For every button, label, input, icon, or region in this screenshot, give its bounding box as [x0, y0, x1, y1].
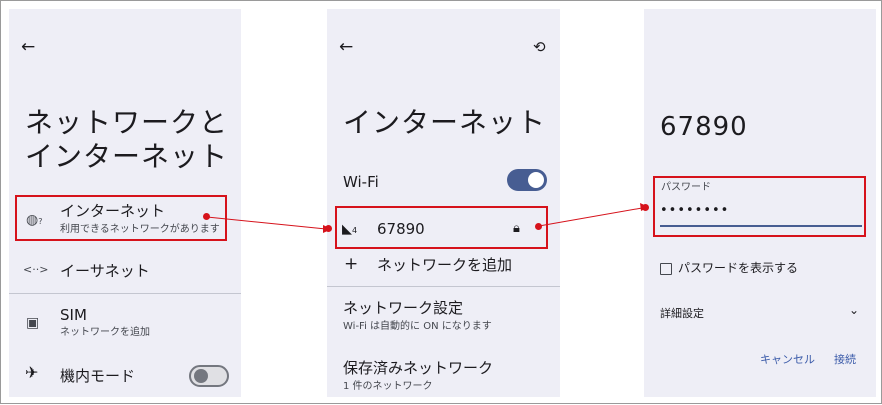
- arrow-line: [538, 207, 643, 227]
- arrow-line: [206, 216, 327, 230]
- annotation-arrows: [206, 203, 649, 233]
- arrow-head: [640, 203, 649, 211]
- arrow-head: [323, 225, 332, 233]
